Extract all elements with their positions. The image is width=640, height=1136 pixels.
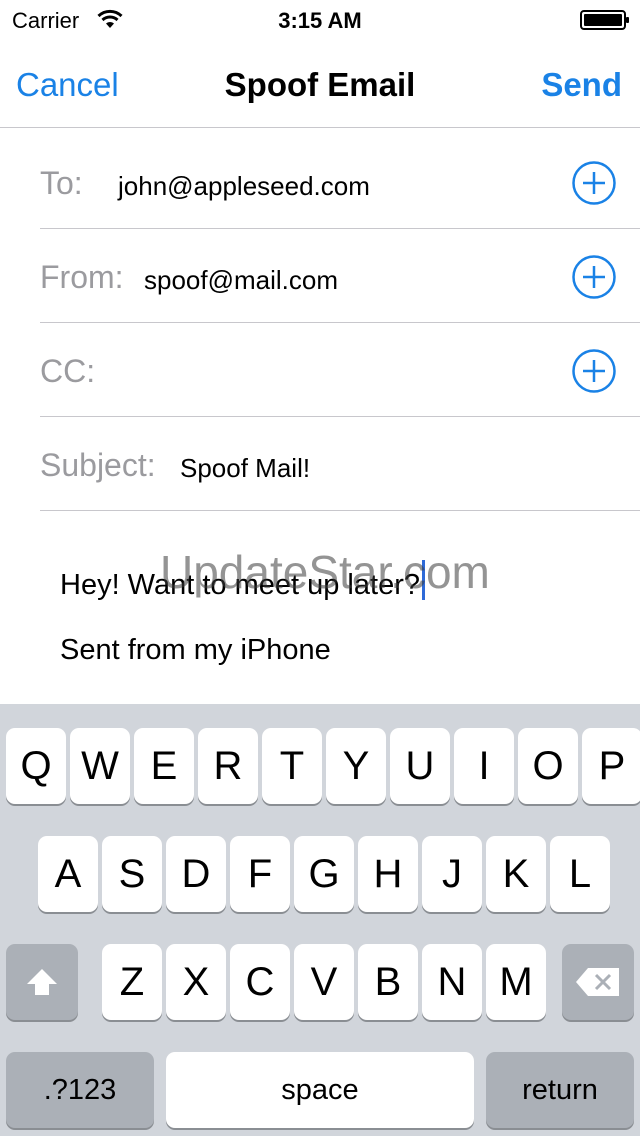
cc-label: CC: xyxy=(40,353,96,389)
battery-icon xyxy=(580,10,630,30)
numbers-key[interactable]: .?123 xyxy=(6,1052,154,1128)
key-l[interactable]: L xyxy=(550,836,610,912)
to-field-row[interactable]: To: john@appleseed.com xyxy=(40,135,640,229)
key-a[interactable]: A xyxy=(38,836,98,912)
key-p[interactable]: P xyxy=(582,728,640,804)
from-label: From: xyxy=(40,259,124,295)
to-field[interactable]: john@appleseed.com xyxy=(118,171,370,202)
status-bar: Carrier 3:15 AM xyxy=(0,0,640,40)
keyboard: Q W E R T Y U I O P A S D F G H J K L Z … xyxy=(0,704,640,1136)
key-u[interactable]: U xyxy=(390,728,450,804)
key-n[interactable]: N xyxy=(422,944,482,1020)
key-w[interactable]: W xyxy=(70,728,130,804)
space-key[interactable]: space xyxy=(166,1052,474,1128)
key-f[interactable]: F xyxy=(230,836,290,912)
message-text: Hey! Want to meet up later? xyxy=(60,569,420,601)
key-g[interactable]: G xyxy=(294,836,354,912)
backspace-icon xyxy=(576,968,619,996)
key-j[interactable]: J xyxy=(422,836,482,912)
key-x[interactable]: X xyxy=(166,944,226,1020)
key-h[interactable]: H xyxy=(358,836,418,912)
key-e[interactable]: E xyxy=(134,728,194,804)
key-o[interactable]: O xyxy=(518,728,578,804)
shift-key[interactable] xyxy=(6,944,78,1020)
add-contact-from-icon[interactable] xyxy=(572,255,616,299)
from-field[interactable]: spoof@mail.com xyxy=(144,265,338,296)
add-contact-to-icon[interactable] xyxy=(572,161,616,205)
shift-arrow-icon xyxy=(27,969,57,995)
key-s[interactable]: S xyxy=(102,836,162,912)
key-r[interactable]: R xyxy=(198,728,258,804)
subject-label: Subject: xyxy=(40,447,156,483)
key-i[interactable]: I xyxy=(454,728,514,804)
key-z[interactable]: Z xyxy=(102,944,162,1020)
to-label: To: xyxy=(40,165,83,201)
key-m[interactable]: M xyxy=(486,944,546,1020)
return-key[interactable]: return xyxy=(486,1052,634,1128)
send-button[interactable]: Send xyxy=(541,66,622,104)
subject-field-row[interactable]: Subject: Spoof Mail! xyxy=(40,417,640,511)
add-contact-cc-icon[interactable] xyxy=(572,349,616,393)
key-v[interactable]: V xyxy=(294,944,354,1020)
nav-bar: Cancel Spoof Email Send xyxy=(0,40,640,128)
text-cursor xyxy=(421,560,425,600)
from-field-row[interactable]: From: spoof@mail.com xyxy=(40,229,640,323)
key-k[interactable]: K xyxy=(486,836,546,912)
subject-field[interactable]: Spoof Mail! xyxy=(180,453,310,484)
message-body[interactable]: Hey! Want to meet up later? xyxy=(60,560,425,602)
key-q[interactable]: Q xyxy=(6,728,66,804)
status-time: 3:15 AM xyxy=(278,8,362,33)
key-c[interactable]: C xyxy=(230,944,290,1020)
key-t[interactable]: T xyxy=(262,728,322,804)
key-y[interactable]: Y xyxy=(326,728,386,804)
signature-text[interactable]: Sent from my iPhone xyxy=(60,634,331,667)
delete-key[interactable] xyxy=(562,944,634,1020)
cc-field-row[interactable]: CC: xyxy=(40,323,640,417)
key-b[interactable]: B xyxy=(358,944,418,1020)
key-d[interactable]: D xyxy=(166,836,226,912)
